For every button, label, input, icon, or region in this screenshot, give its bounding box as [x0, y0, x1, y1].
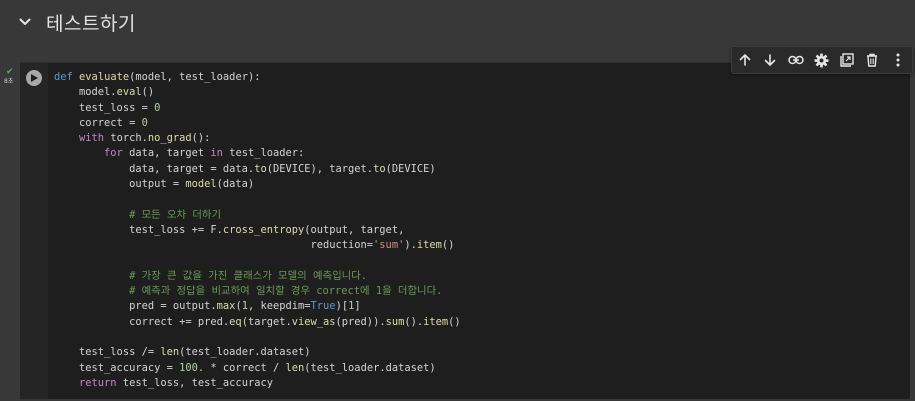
- code-line: reduction='sum').item(): [54, 239, 455, 252]
- section-header: 테스트하기: [0, 0, 915, 44]
- code-cell[interactable]: def evaluate(model, test_loader): model.…: [20, 62, 910, 399]
- arrow-down-icon: [764, 54, 776, 66]
- cell-toolbar: [731, 46, 913, 74]
- trash-icon: [867, 53, 878, 67]
- code-line: test_loss += F.cross_entropy(output, tar…: [54, 223, 405, 236]
- run-status: ✔ 8초: [2, 68, 16, 86]
- code-line: # 모든 오차 더하기: [129, 208, 222, 221]
- code-line: # 가장 큰 값을 가진 클래스가 모델의 예측입니다.: [129, 269, 368, 282]
- code-line: def evaluate(model, test_loader):: [54, 71, 261, 83]
- code-line: data, target = data.to(DEVICE), target.t…: [54, 162, 436, 175]
- more-actions-button[interactable]: [885, 47, 911, 73]
- cell-gutter: [0, 62, 20, 401]
- code-editor[interactable]: def evaluate(model, test_loader): model.…: [54, 70, 461, 391]
- copy-link-button[interactable]: [783, 47, 809, 73]
- more-vert-icon: [896, 53, 900, 67]
- code-line: for data, target in test_loader:: [104, 147, 305, 160]
- code-line: correct = 0: [54, 116, 148, 129]
- check-icon: ✔: [6, 67, 14, 77]
- section-title: 테스트하기: [46, 13, 136, 35]
- gear-icon: [814, 52, 829, 68]
- chevron-down-icon[interactable]: [17, 14, 33, 30]
- code-line: correct += pred.eq(target.view_as(pred))…: [54, 315, 461, 328]
- arrow-up-icon: [739, 54, 751, 66]
- code-line: return test_loss, test_accuracy: [79, 376, 273, 389]
- run-cell-button[interactable]: [26, 70, 42, 86]
- mirror-cell-button[interactable]: [834, 47, 860, 73]
- run-time: 8초: [4, 78, 14, 85]
- mirror-cell-icon: [840, 53, 854, 67]
- code-line: test_loss = 0: [54, 101, 161, 114]
- move-up-button[interactable]: [732, 47, 758, 73]
- code-line: test_loss /= len(test_loader.dataset): [54, 346, 311, 359]
- settings-button[interactable]: [809, 47, 835, 73]
- code-line: output = model(data): [54, 178, 255, 191]
- link-icon: [788, 55, 804, 65]
- code-line: pred = output.max(1, keepdim=True)[1]: [54, 300, 361, 313]
- code-line: test_accuracy = 100. * correct / len(tes…: [54, 361, 436, 374]
- code-line: with torch.no_grad():: [79, 132, 211, 145]
- play-icon: [31, 74, 38, 82]
- cell-run-column: [20, 63, 48, 399]
- move-down-button[interactable]: [758, 47, 784, 73]
- delete-cell-button[interactable]: [860, 47, 886, 73]
- code-line: # 예측과 정답을 비교하여 일치할 경우 correct에 1을 더합니다.: [129, 285, 443, 298]
- code-line: model.eval(): [54, 86, 155, 99]
